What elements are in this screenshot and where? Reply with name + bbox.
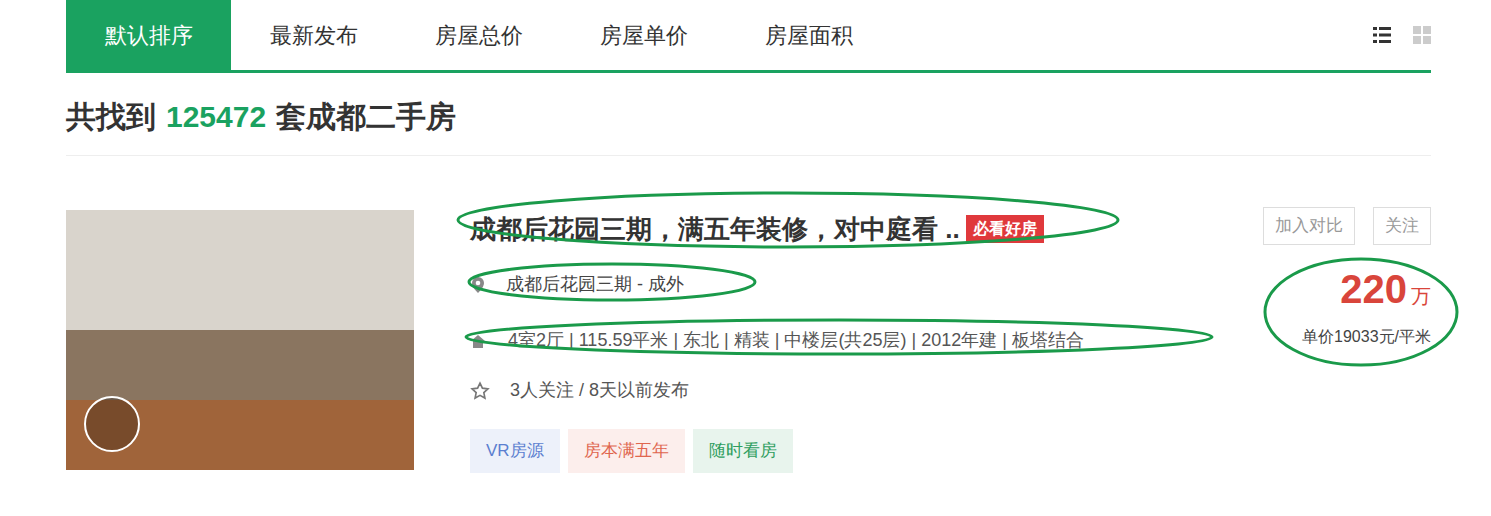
location-icon xyxy=(470,276,486,294)
result-count: 125472 xyxy=(166,100,266,133)
badge: 必看好房 xyxy=(966,215,1044,243)
total-price: 220 xyxy=(1340,265,1407,313)
tag: VR房源 xyxy=(470,429,560,473)
listing-title[interactable]: 成都后花园三期，满五年装修，对中庭看 .. xyxy=(470,210,960,248)
listing-photo[interactable] xyxy=(66,210,414,470)
sort-tab[interactable]: 房屋总价 xyxy=(396,0,561,70)
tag: 随时看房 xyxy=(693,429,793,473)
page: 默认排序最新发布房屋总价房屋单价房屋面积共找到125472套成都二手房成都后花园… xyxy=(0,0,1491,516)
highlight-ellipse xyxy=(466,320,1212,354)
unit-price: 单价19033元/平米 xyxy=(1302,325,1431,349)
grid-view-icon[interactable] xyxy=(1413,26,1431,44)
house-icon xyxy=(470,333,486,349)
action-button[interactable]: 加入对比 xyxy=(1263,207,1355,245)
highlight-ellipse xyxy=(469,264,755,300)
annotation-layer xyxy=(0,0,1491,516)
tag: 房本满五年 xyxy=(568,429,685,473)
sort-tab[interactable]: 房屋单价 xyxy=(561,0,726,70)
vr-icon[interactable] xyxy=(84,396,140,452)
highlight-ellipse xyxy=(1265,259,1457,365)
list-view-icon[interactable] xyxy=(1373,26,1391,44)
result-summary: 共找到125472套成都二手房 xyxy=(66,73,1431,156)
house-info: 4室2厅 | 115.59平米 | 东北 | 精装 | 中楼层(共25层) | … xyxy=(508,327,1084,354)
followers: 3人关注 / 8天以前发布 xyxy=(510,377,689,404)
action-button[interactable]: 关注 xyxy=(1373,207,1431,245)
price-unit: 万 xyxy=(1411,281,1431,311)
highlight-ellipse xyxy=(458,193,1118,247)
sort-bar: 默认排序最新发布房屋总价房屋单价房屋面积 xyxy=(66,0,1431,73)
star-icon xyxy=(470,381,490,401)
sort-tab[interactable]: 最新发布 xyxy=(231,0,396,70)
location[interactable]: 成都后花园三期 - 成外 xyxy=(506,271,684,298)
sort-tab[interactable]: 默认排序 xyxy=(66,0,231,70)
sort-tab[interactable]: 房屋面积 xyxy=(726,0,891,70)
listing-card[interactable]: 成都后花园三期，满五年装修，对中庭看 ..必看好房成都后花园三期 - 成外 4室2… xyxy=(66,210,1431,473)
